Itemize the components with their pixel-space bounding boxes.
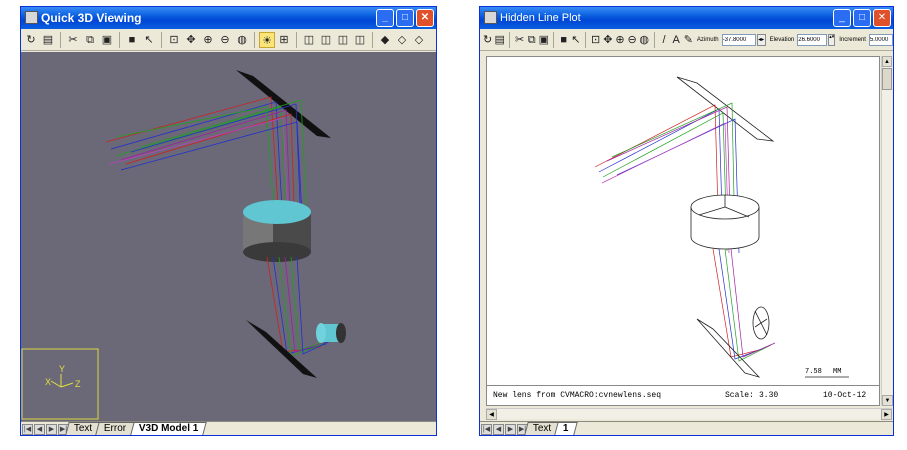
elevation-input[interactable] xyxy=(797,33,828,46)
hidden-line-icon[interactable]: ◇ xyxy=(411,32,427,48)
shaded-icon[interactable]: ◆ xyxy=(377,32,393,48)
plot-date: 10-Oct-12 xyxy=(823,391,867,400)
view-iso-icon[interactable]: ◫ xyxy=(352,32,368,48)
sheet-tabs: |◀ ◀ ▶ ▶| Text 1 xyxy=(480,421,893,435)
maximize-button[interactable]: □ xyxy=(853,9,871,27)
rotate-icon[interactable]: ◍ xyxy=(234,32,250,48)
grid-icon[interactable]: ⊞ xyxy=(276,32,292,48)
azimuth-input[interactable] xyxy=(721,33,756,46)
line-icon[interactable]: / xyxy=(659,32,670,48)
detector-element xyxy=(316,323,346,343)
scroll-left-icon[interactable]: ◀ xyxy=(486,409,497,420)
window-title: Quick 3D Viewing xyxy=(41,11,142,25)
title-bar[interactable]: Quick 3D Viewing _ □ ✕ xyxy=(21,7,436,29)
horizontal-scrollbar[interactable]: ◀ ▶ xyxy=(486,408,892,420)
pencil-icon[interactable]: ✎ xyxy=(683,32,694,48)
properties-icon[interactable]: ▤ xyxy=(494,32,505,48)
paste-icon[interactable]: ▣ xyxy=(99,32,115,48)
lens-element xyxy=(243,200,311,262)
refresh-icon[interactable]: ↻ xyxy=(482,32,493,48)
view-side-icon[interactable]: ◫ xyxy=(335,32,351,48)
select-arrow-icon[interactable]: ↖ xyxy=(141,32,157,48)
zoom-out-icon[interactable]: ⊖ xyxy=(627,32,638,48)
zoom-box-icon[interactable]: ⊡ xyxy=(590,32,601,48)
print-icon[interactable]: ◍ xyxy=(639,32,650,48)
title-bar[interactable]: Hidden Line Plot _ □ ✕ xyxy=(480,7,893,29)
minimize-button[interactable]: _ xyxy=(833,9,851,27)
text-icon[interactable]: A xyxy=(671,32,682,48)
zoom-box-icon[interactable]: ⊡ xyxy=(166,32,182,48)
axis-x-label: X xyxy=(45,377,51,387)
vertical-scrollbar[interactable]: ▲ ▼ xyxy=(881,56,893,406)
window-title: Hidden Line Plot xyxy=(500,12,581,24)
select-arrow-icon[interactable]: ↖ xyxy=(570,32,581,48)
lens-outline xyxy=(690,194,760,250)
tab-v3d-model[interactable]: V3D Model 1 xyxy=(129,422,207,435)
optical-system-3d: Y X Z xyxy=(21,70,346,420)
scroll-up-icon[interactable]: ▲ xyxy=(882,56,892,67)
cut-icon[interactable]: ✂ xyxy=(65,32,81,48)
paste-icon[interactable]: ▣ xyxy=(538,32,549,48)
elevation-spin-icon[interactable]: ▴▾ xyxy=(828,33,836,46)
zoom-out-icon[interactable]: ⊖ xyxy=(217,32,233,48)
increment-input[interactable] xyxy=(868,33,893,46)
view-top-icon[interactable]: ◫ xyxy=(318,32,334,48)
app-icon xyxy=(25,11,38,24)
properties-icon[interactable]: ▤ xyxy=(40,32,56,48)
minimize-button[interactable]: _ xyxy=(376,9,394,27)
axis-z-label: Z xyxy=(75,379,81,389)
next-tab-icon[interactable]: ▶ xyxy=(46,424,57,435)
close-button[interactable]: ✕ xyxy=(873,9,891,27)
toolbar: ↻ ▤ ✂ ⧉ ▣ ■ ↖ ⊡ ✥ ⊕ ⊖ ◍ ☀ ⊞ ◫ ◫ ◫ ◫ ◆ ◇ … xyxy=(21,29,436,51)
toolbar: ↻ ▤ ✂ ⧉ ▣ ■ ↖ ⊡ ✥ ⊕ ⊖ ◍ / A ✎ Azimuth ◂▸… xyxy=(480,29,893,51)
first-tab-icon[interactable]: |◀ xyxy=(22,424,33,435)
axis-indicator-box xyxy=(21,348,99,420)
cut-icon[interactable]: ✂ xyxy=(514,32,525,48)
copy-icon[interactable]: ⧉ xyxy=(82,32,98,48)
scalebar-unit: MM xyxy=(833,368,841,376)
tab-1[interactable]: 1 xyxy=(554,422,578,435)
hidden-line-plot-window: Hidden Line Plot _ □ ✕ ↻ ▤ ✂ ⧉ ▣ ■ ↖ ⊡ ✥… xyxy=(479,6,894,436)
scroll-thumb[interactable] xyxy=(882,68,892,90)
wireframe-icon[interactable]: ◇ xyxy=(394,32,410,48)
tab-error[interactable]: Error xyxy=(95,422,136,435)
view-front-icon[interactable]: ◫ xyxy=(301,32,317,48)
prev-tab-icon[interactable]: ◀ xyxy=(34,424,45,435)
hidden-line-drawing: 7.58 MM xyxy=(594,76,849,378)
azimuth-spin-icon[interactable]: ◂▸ xyxy=(756,33,766,46)
scroll-down-icon[interactable]: ▼ xyxy=(882,395,893,406)
scale-label: Scale: xyxy=(725,391,754,400)
detector-outline xyxy=(752,306,770,340)
sheet-tabs: |◀ ◀ ▶ ▶| Text Error V3D Model 1 xyxy=(21,421,436,435)
pan-icon[interactable]: ✥ xyxy=(183,32,199,48)
scalebar-value: 7.58 xyxy=(805,368,822,376)
plot-area[interactable]: 7.58 MM New lens from CVMACRO:cvnewlens.… xyxy=(486,56,880,406)
refresh-icon[interactable]: ↻ xyxy=(23,32,39,48)
copy-icon[interactable]: ⧉ xyxy=(526,32,537,48)
quick-3d-viewing-window: Quick 3D Viewing _ □ ✕ ↻ ▤ ✂ ⧉ ▣ ■ ↖ ⊡ ✥… xyxy=(20,6,437,436)
save-icon[interactable]: ■ xyxy=(124,32,140,48)
save-icon[interactable]: ■ xyxy=(558,32,569,48)
increment-label: Increment xyxy=(839,36,866,43)
scroll-right-icon[interactable]: ▶ xyxy=(881,409,892,420)
elevation-label: Elevation xyxy=(769,36,795,43)
maximize-button[interactable]: □ xyxy=(396,9,414,27)
close-button[interactable]: ✕ xyxy=(416,9,434,27)
app-icon xyxy=(484,11,497,24)
zoom-in-icon[interactable]: ⊕ xyxy=(200,32,216,48)
prev-tab-icon[interactable]: ◀ xyxy=(493,424,504,435)
3d-viewport[interactable]: Y X Z xyxy=(21,52,436,421)
light-icon[interactable]: ☀ xyxy=(259,31,275,48)
next-tab-icon[interactable]: ▶ xyxy=(505,424,516,435)
footer-text: New lens from CVMACRO:cvnewlens.seq xyxy=(493,391,662,400)
pan-icon[interactable]: ✥ xyxy=(602,32,613,48)
scale-value: 3.30 xyxy=(759,391,779,400)
axis-y-label: Y xyxy=(59,364,65,374)
azimuth-label: Azimuth xyxy=(696,36,719,43)
plot-footer: New lens from CVMACRO:cvnewlens.seq Scal… xyxy=(487,385,879,405)
zoom-in-icon[interactable]: ⊕ xyxy=(614,32,625,48)
first-tab-icon[interactable]: |◀ xyxy=(481,424,492,435)
